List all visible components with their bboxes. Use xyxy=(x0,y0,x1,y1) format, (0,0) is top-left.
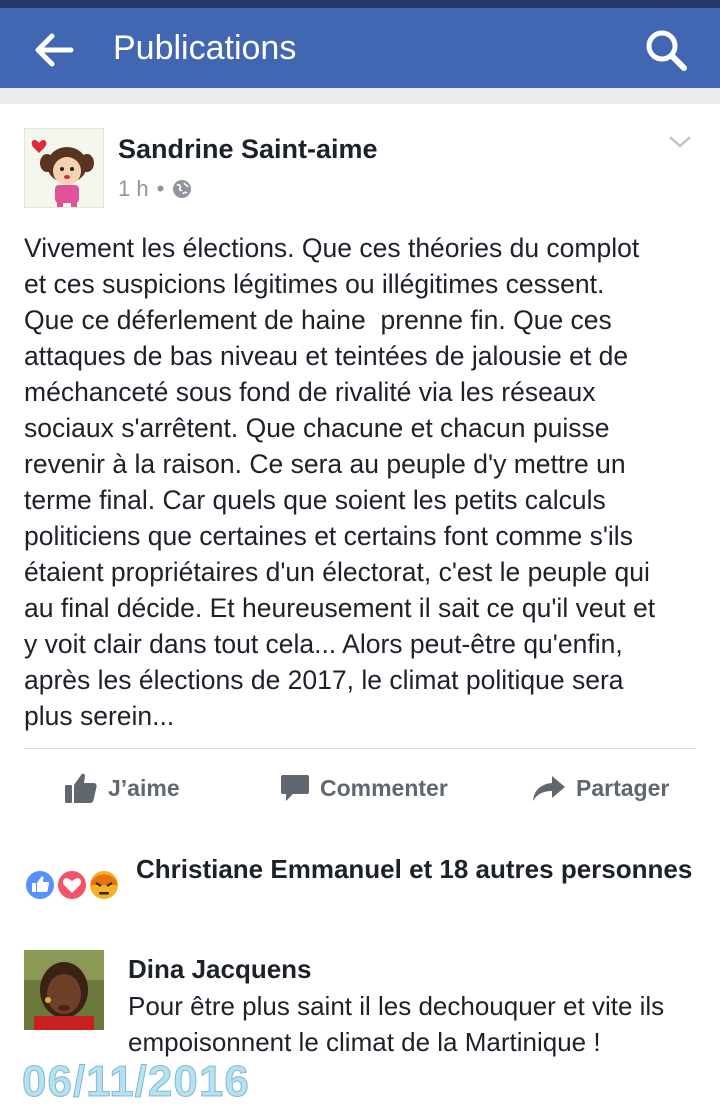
date-watermark: 06/11/2016 xyxy=(22,1057,250,1106)
post-menu-button[interactable] xyxy=(668,132,692,152)
share-arrow-icon xyxy=(533,776,565,801)
globe-icon xyxy=(173,180,192,198)
comment-avatar[interactable] xyxy=(24,950,104,1030)
chevron-down-icon xyxy=(669,136,691,148)
like-icon xyxy=(24,869,56,901)
meta-separator: • xyxy=(156,176,165,201)
avatar[interactable] xyxy=(24,128,104,208)
thumbs-up-icon xyxy=(65,773,97,803)
reaction-icons[interactable] xyxy=(24,868,124,902)
app-header: Publications xyxy=(0,0,720,88)
comment-bubble-icon xyxy=(281,775,309,801)
like-label: J’aime xyxy=(108,774,180,801)
comment-button[interactable]: Commenter xyxy=(280,768,448,808)
back-button[interactable] xyxy=(30,26,78,74)
feed-gap xyxy=(0,88,720,104)
reaction-icons-group xyxy=(24,869,120,901)
reactions-summary[interactable]: Christiane Emmanuel et 18 autres personn… xyxy=(136,852,696,886)
share-button[interactable]: Partager xyxy=(532,768,669,808)
angry-icon xyxy=(88,869,120,901)
post-time[interactable]: 1 h xyxy=(118,176,149,202)
comment-author[interactable]: Dina Jacquens xyxy=(128,954,312,985)
like-button[interactable]: J’aime xyxy=(64,768,180,808)
search-icon xyxy=(646,30,687,71)
page-title: Publications xyxy=(113,29,297,67)
comment-label: Commenter xyxy=(320,774,448,801)
post-body: Vivement les élections. Que ces théories… xyxy=(24,233,656,731)
love-icon xyxy=(56,869,88,901)
actions-divider xyxy=(24,748,696,749)
cartoon-girl-avatar-image xyxy=(25,129,103,207)
arrow-left-icon xyxy=(35,33,74,67)
post-meta: 1 h • xyxy=(118,176,192,202)
post-author[interactable]: Sandrine Saint-aime xyxy=(118,134,378,165)
post-card: Sandrine Saint-aime 1 h • Vivement les é… xyxy=(0,104,720,831)
comment-text: Pour être plus saint il les dechouquer e… xyxy=(128,991,665,1057)
search-button[interactable] xyxy=(640,24,692,76)
commenter-photo-image xyxy=(24,950,104,1030)
share-label: Partager xyxy=(576,774,670,801)
